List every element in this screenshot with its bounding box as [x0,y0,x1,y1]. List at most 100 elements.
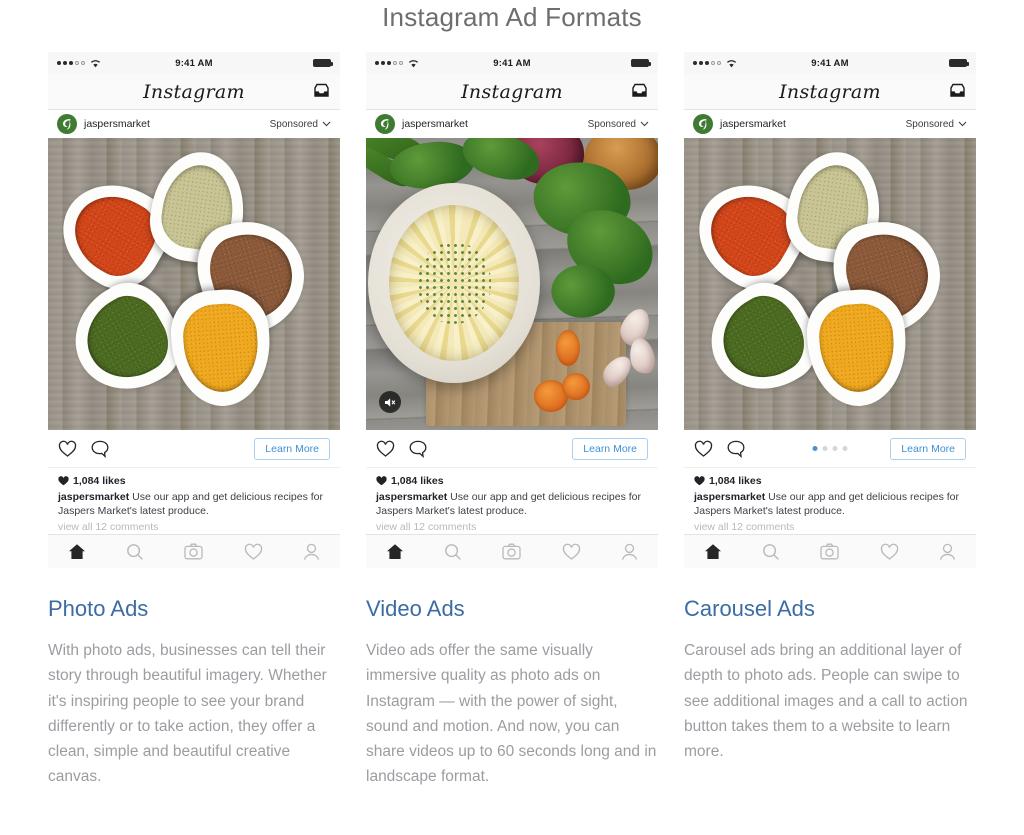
signal-dot-empty [81,61,85,65]
heart-outline-icon[interactable] [376,440,395,458]
comment-bubble-icon[interactable] [91,440,109,458]
bottom-tab-bar [48,534,340,569]
status-signal [57,59,127,68]
instagram-wordmark: Instagram [143,80,245,103]
heart-filled-icon [58,476,69,486]
battery-full-icon [313,59,333,67]
audio-mute-button[interactable] [379,391,401,413]
home-icon[interactable] [386,543,404,560]
sponsored-label[interactable]: Sponsored [906,119,967,130]
column-video-ads: 9:41 AM Instagram jaspersmarket Sponsore… [366,52,658,789]
status-signal [375,59,445,68]
caption-text: jaspersmarket Use our app and get delici… [58,490,330,518]
signal-dot-empty [717,61,721,65]
post-actions: Learn More [48,430,340,468]
speaker-mute-icon [385,397,396,407]
signal-dot-empty [399,61,403,65]
caption-author[interactable]: jaspersmarket [58,491,129,503]
spice-bowl-turmeric [804,286,910,410]
post-caption: 1,084 likes jaspersmarket Use our app an… [684,468,976,533]
search-icon[interactable] [126,543,144,561]
learn-more-button[interactable]: Learn More [572,437,648,460]
status-bar: 9:41 AM [48,52,340,74]
chevron-down-icon [322,121,331,127]
account-handle[interactable]: jaspersmarket [84,118,150,130]
column-photo-ads: 9:41 AM Instagram jaspersmarket Sponsore… [48,52,340,789]
carousel-dots[interactable] [812,446,848,451]
person-icon[interactable] [303,543,320,561]
camera-icon[interactable] [820,543,840,560]
status-signal [693,59,763,68]
search-icon[interactable] [444,543,462,561]
camera-icon[interactable] [184,543,204,560]
ad-image-spice-bowls[interactable] [48,138,340,430]
ad-image-spice-bowls-carousel[interactable] [684,138,976,430]
ad-video-pasta[interactable] [366,138,658,430]
ad-format-columns: 9:41 AM Instagram jaspersmarket Sponsore… [48,52,988,789]
carrot-slice [556,330,580,366]
heart-outline-icon[interactable] [562,543,581,561]
signal-dot-filled [381,61,385,65]
likes-count: 1,084 likes [376,475,648,487]
comment-bubble-icon[interactable] [409,440,427,458]
likes-count: 1,084 likes [58,475,330,487]
comment-bubble-icon[interactable] [727,440,745,458]
view-comments-link[interactable]: view all 12 comments [376,521,648,532]
account-bar: jaspersmarket Sponsored [684,110,976,138]
inbox-icon[interactable] [313,83,330,98]
column-carousel-ads: 9:41 AM Instagram jaspersmarket Sponsore… [684,52,976,789]
wifi-icon [726,59,737,67]
phone-mockup-photo: 9:41 AM Instagram jaspersmarket Sponsore… [48,52,340,569]
account-handle[interactable]: jaspersmarket [720,118,786,130]
status-battery [897,59,969,67]
heart-outline-icon[interactable] [880,543,899,561]
home-icon[interactable] [704,543,722,560]
heart-filled-icon [694,476,705,486]
carousel-dot[interactable] [822,446,828,451]
inbox-icon[interactable] [949,83,966,98]
page-root: Instagram Ad Formats 9:41 AM Instagram j… [0,0,1024,835]
heart-outline-icon[interactable] [694,440,713,458]
section-body-carousel-ads: Carousel ads bring an additional layer o… [684,642,968,760]
phone-mockup-video: 9:41 AM Instagram jaspersmarket Sponsore… [366,52,658,569]
carousel-dot-active[interactable] [812,446,818,451]
section-body-photo-ads: With photo ads, businesses can tell thei… [48,642,327,785]
view-comments-link[interactable]: view all 12 comments [694,521,966,532]
learn-more-button[interactable]: Learn More [254,437,330,460]
post-caption: 1,084 likes jaspersmarket Use our app an… [366,468,658,533]
sponsored-label[interactable]: Sponsored [588,119,649,130]
account-bar: jaspersmarket Sponsored [366,110,658,138]
home-icon[interactable] [68,543,86,560]
sponsored-text: Sponsored [587,118,636,130]
jaspers-market-avatar[interactable] [375,114,395,134]
instagram-wordmark: Instagram [779,80,881,103]
carousel-dot[interactable] [832,446,838,451]
camera-icon[interactable] [502,543,522,560]
sponsored-label[interactable]: Sponsored [270,119,331,130]
signal-dot-filled [69,61,73,65]
status-time: 9:41 AM [175,57,213,69]
instagram-navbar: Instagram [684,74,976,110]
status-battery [579,59,651,67]
heart-outline-icon[interactable] [58,440,77,458]
jaspers-market-avatar[interactable] [693,114,713,134]
caption-text: jaspersmarket Use our app and get delici… [376,490,648,518]
page-title: Instagram Ad Formats [382,2,642,32]
person-icon[interactable] [621,543,638,561]
caption-author[interactable]: jaspersmarket [694,491,765,503]
heart-outline-icon[interactable] [244,543,263,561]
chevron-down-icon [958,121,967,127]
jaspers-market-avatar[interactable] [57,114,77,134]
search-icon[interactable] [762,543,780,561]
account-handle[interactable]: jaspersmarket [402,118,468,130]
section-body-video-ads: Video ads offer the same visually immers… [366,642,657,785]
inbox-icon[interactable] [631,83,648,98]
person-icon[interactable] [939,543,956,561]
status-bar: 9:41 AM [366,52,658,74]
learn-more-button[interactable]: Learn More [890,437,966,460]
status-time: 9:41 AM [493,57,531,69]
view-comments-link[interactable]: view all 12 comments [58,521,330,532]
carousel-dot[interactable] [842,446,848,451]
bottom-tab-bar [366,534,658,569]
caption-author[interactable]: jaspersmarket [376,491,447,503]
